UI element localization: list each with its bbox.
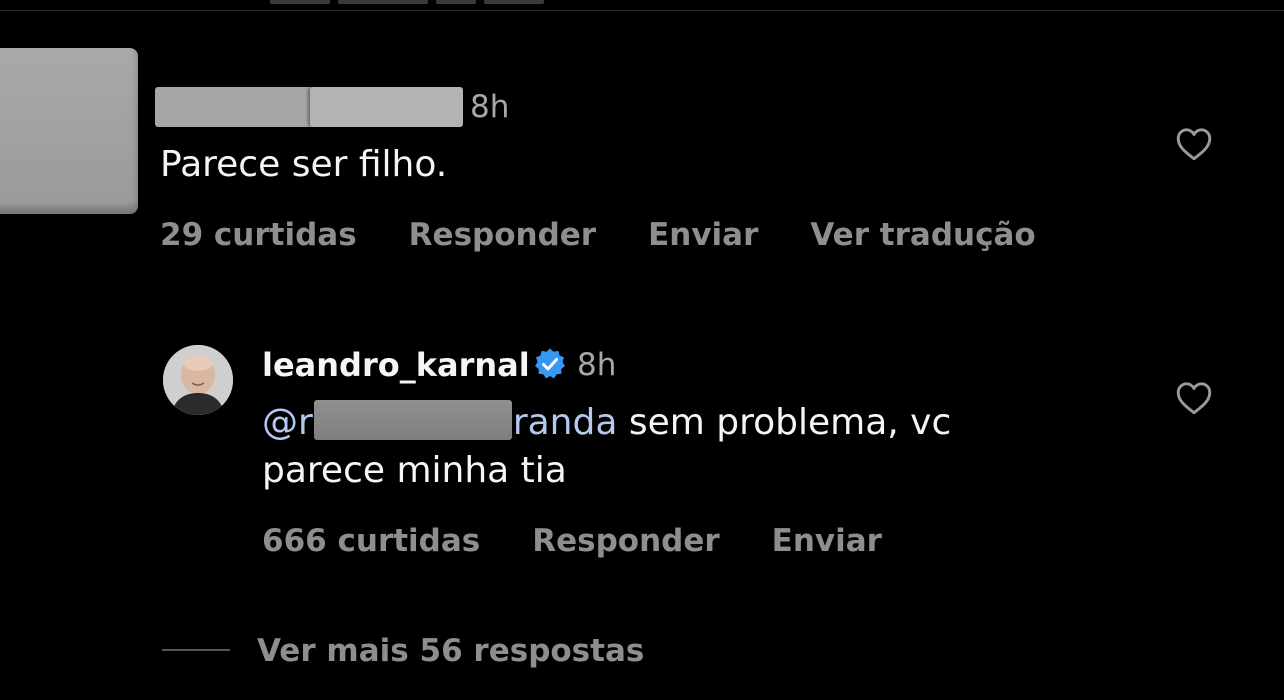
comment-timestamp: 8h — [470, 89, 510, 125]
username-redacted[interactable] — [155, 87, 463, 127]
reply-username[interactable]: leandro_karnal — [262, 345, 530, 385]
redaction-block — [155, 87, 323, 127]
redaction-block — [313, 400, 512, 440]
redaction-block — [310, 87, 463, 127]
reply-button[interactable]: Responder — [409, 215, 596, 255]
likes-count-button[interactable]: 666 curtidas — [262, 521, 480, 561]
likes-count-button[interactable]: 29 curtidas — [160, 215, 357, 255]
reply-timestamp: 8h — [577, 347, 617, 383]
view-more-replies-button[interactable]: Ver mais 56 respostas — [257, 631, 644, 671]
heart-icon[interactable] — [1175, 127, 1213, 161]
comment-text: Parece ser filho. — [160, 144, 448, 185]
reply-text-line: @r randa sem problema, vc — [262, 400, 951, 446]
send-button[interactable]: Enviar — [648, 215, 758, 255]
view-more-divider — [162, 649, 230, 651]
send-button[interactable]: Enviar — [772, 521, 882, 561]
top-divider — [0, 10, 1284, 11]
avatar[interactable] — [163, 345, 233, 415]
comment-actions: 29 curtidas Responder Enviar Ver traduçã… — [160, 215, 1088, 255]
reply-button[interactable]: Responder — [532, 521, 719, 561]
mention-link[interactable]: @r randa — [262, 400, 617, 443]
reply-text-line: parece minha tia — [262, 450, 567, 491]
translate-button[interactable]: Ver tradução — [810, 215, 1035, 255]
heart-icon[interactable] — [1175, 381, 1213, 415]
cropped-header-text — [270, 0, 590, 6]
reply-actions: 666 curtidas Responder Enviar — [262, 521, 934, 561]
verified-badge-icon — [533, 347, 567, 381]
reply-text: sem problema, vc — [617, 402, 952, 443]
avatar-redacted[interactable] — [0, 48, 138, 214]
